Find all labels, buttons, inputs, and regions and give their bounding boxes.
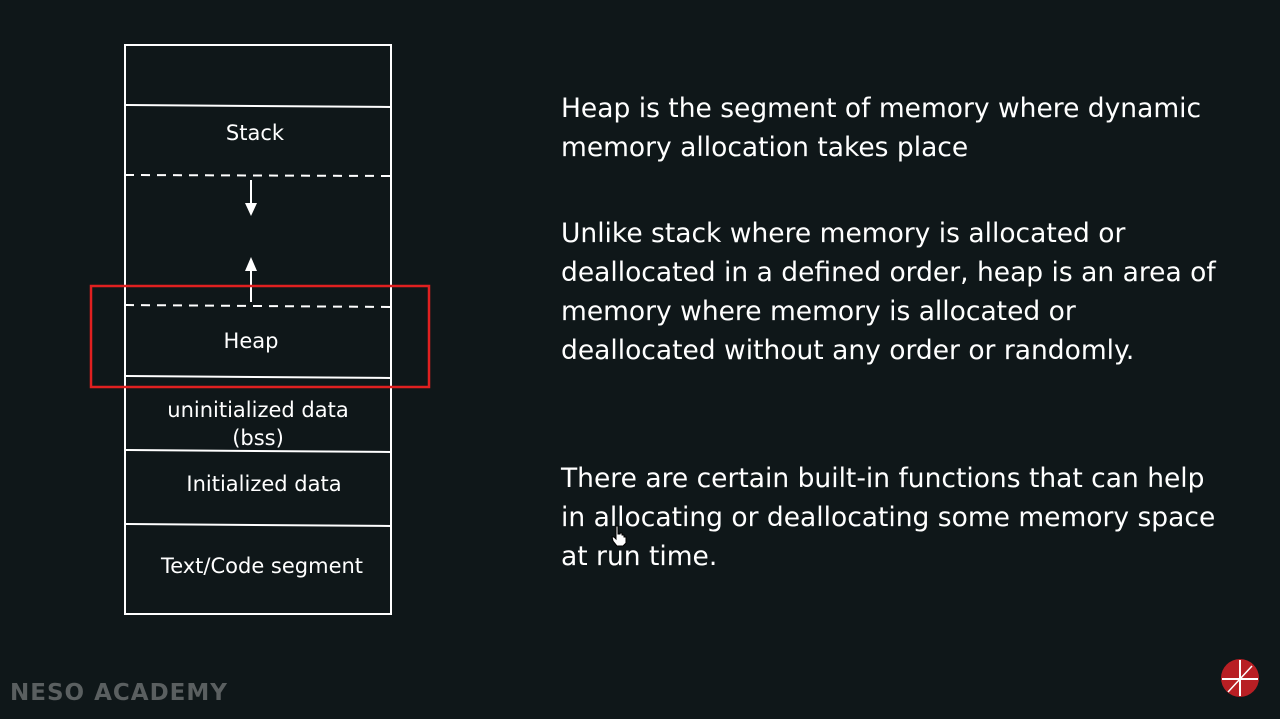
heap-vs-stack-paragraph: Unlike stack where memory is allocated o… — [561, 218, 1216, 366]
stack-growth-dashed-line — [124, 174, 392, 177]
neso-academy-logo-icon[interactable] — [1220, 658, 1260, 698]
heap-grows-up-arrow-icon — [245, 257, 257, 302]
neso-academy-watermark: NESO ACADEMY — [10, 680, 228, 706]
stack-grows-down-arrow-icon — [245, 180, 257, 216]
initialized-bottom-divider — [124, 523, 392, 527]
stack-top-divider — [124, 104, 392, 108]
builtin-functions-paragraph: There are certain built-in functions tha… — [561, 463, 1216, 572]
initialized-data-segment-label: Initialized data — [186, 472, 342, 496]
heap-definition-paragraph: Heap is the segment of memory where dyna… — [561, 93, 1202, 163]
heap-segment-label: Heap — [223, 329, 279, 353]
heap-growth-dashed-line — [124, 304, 392, 308]
bss-segment-sublabel: (bss) — [232, 426, 284, 450]
stack-segment-label: Stack — [225, 121, 285, 145]
heap-bottom-divider — [124, 375, 392, 379]
hand-cursor-icon — [611, 525, 627, 547]
bss-segment-label: uninitialized data — [167, 398, 349, 422]
text-code-segment-label: Text/Code segment — [160, 554, 364, 578]
